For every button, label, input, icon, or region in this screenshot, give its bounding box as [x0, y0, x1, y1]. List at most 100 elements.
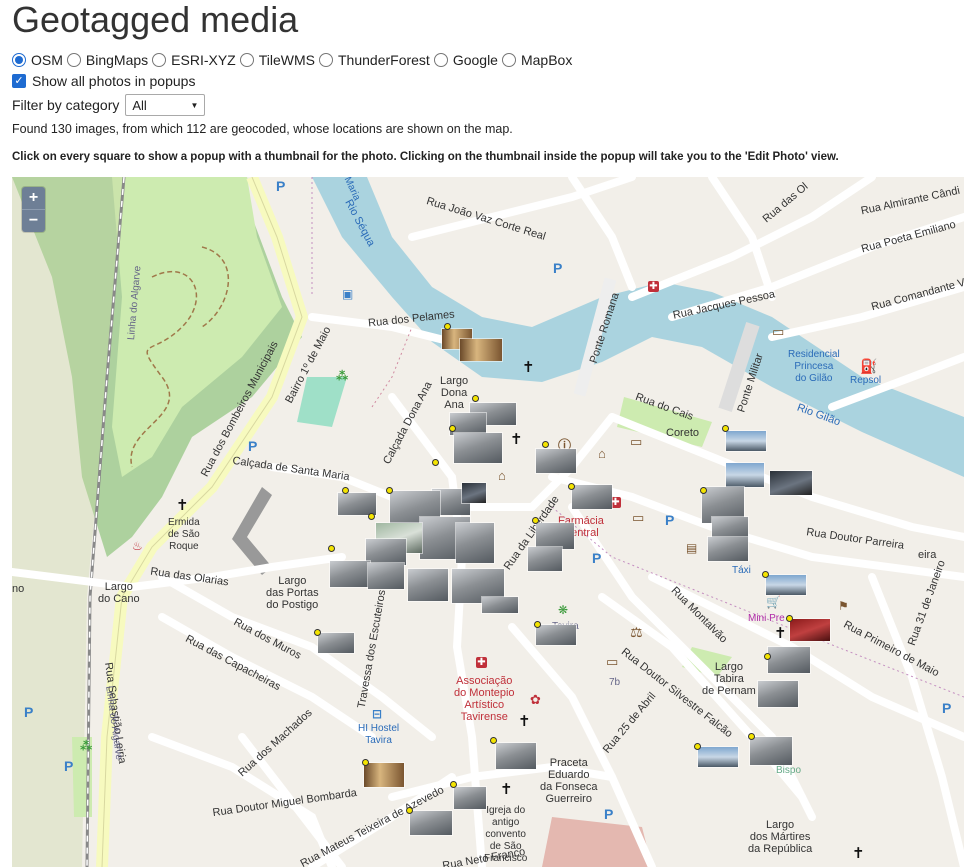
- parking-icon: P: [604, 806, 614, 822]
- parking-icon: P: [592, 550, 602, 566]
- photo-thumbnail[interactable]: [367, 562, 405, 590]
- location-marker[interactable]: [449, 425, 456, 432]
- photo-thumbnail[interactable]: [481, 596, 519, 614]
- radio-bingmaps[interactable]: [66, 53, 81, 67]
- photo-thumbnail[interactable]: [459, 338, 503, 362]
- location-marker[interactable]: [472, 395, 479, 402]
- map-tiles: [12, 177, 964, 867]
- location-marker[interactable]: [568, 483, 575, 490]
- photo-thumbnail[interactable]: [461, 482, 487, 504]
- location-marker[interactable]: [432, 459, 439, 466]
- photo-thumbnail[interactable]: [527, 546, 563, 572]
- photo-thumbnail[interactable]: [749, 736, 793, 766]
- parking-icon: P: [64, 758, 74, 774]
- zoom-out-button[interactable]: −: [22, 209, 45, 232]
- photo-thumbnail[interactable]: [725, 462, 765, 488]
- photo-thumbnail[interactable]: [535, 448, 577, 474]
- location-marker[interactable]: [762, 571, 769, 578]
- pharmacy-icon: ✚: [648, 281, 659, 292]
- location-marker[interactable]: [700, 487, 707, 494]
- photo-thumbnail[interactable]: [495, 742, 537, 770]
- museum-icon: ⌂: [498, 468, 506, 483]
- photo-thumbnail[interactable]: [571, 484, 613, 510]
- photo-thumbnail[interactable]: [453, 786, 487, 810]
- radio-mapbox[interactable]: [501, 53, 516, 67]
- bus-stop-icon: ▣: [342, 287, 354, 301]
- radio-thunderforest[interactable]: [319, 53, 333, 67]
- photo-thumbnail[interactable]: [453, 432, 503, 464]
- radio-tilewms[interactable]: [239, 53, 254, 67]
- parking-icon: P: [276, 178, 286, 194]
- photo-thumbnail[interactable]: [757, 680, 799, 708]
- photo-thumbnail[interactable]: [363, 762, 405, 788]
- location-marker[interactable]: [406, 807, 413, 814]
- location-marker[interactable]: [368, 513, 375, 520]
- bank-icon: ▭: [632, 510, 645, 525]
- fuel-icon: ⛽: [860, 358, 878, 374]
- page-title: Geotagged media: [12, 0, 299, 40]
- location-marker[interactable]: [328, 545, 335, 552]
- provider-osm[interactable]: OSM: [12, 52, 63, 68]
- flag-icon: ⚑: [838, 599, 849, 613]
- photo-thumbnail[interactable]: [707, 536, 749, 562]
- radio-esri-xyz[interactable]: [152, 53, 167, 67]
- photo-thumbnail[interactable]: [337, 492, 377, 516]
- checkmark-icon[interactable]: ✓: [12, 74, 26, 88]
- category-filter: Filter by category All ▼: [12, 93, 206, 117]
- photo-thumbnail[interactable]: [329, 560, 371, 588]
- church-icon: ✝: [176, 497, 189, 514]
- photo-thumbnail[interactable]: [409, 810, 453, 836]
- photo-thumbnail[interactable]: [407, 568, 449, 602]
- map-view[interactable]: + − Linha do Algarve Maria Rio Séqua Rio…: [12, 177, 964, 867]
- church-icon: ✝: [510, 431, 523, 448]
- location-marker[interactable]: [342, 487, 349, 494]
- location-marker[interactable]: [542, 441, 549, 448]
- map-label: Largo do Cano: [98, 581, 140, 605]
- shop-icon: 🛒: [766, 595, 781, 609]
- location-marker[interactable]: [450, 781, 457, 788]
- bank-icon: ▭: [606, 654, 619, 669]
- location-marker[interactable]: [532, 517, 539, 524]
- location-marker[interactable]: [362, 759, 369, 766]
- location-marker[interactable]: [314, 629, 321, 636]
- location-marker[interactable]: [490, 737, 497, 744]
- location-marker[interactable]: [386, 487, 393, 494]
- category-select[interactable]: All ▼: [125, 94, 206, 116]
- location-marker[interactable]: [534, 621, 541, 628]
- map-label: Repsol: [850, 375, 882, 386]
- radio-google[interactable]: [433, 53, 448, 67]
- show-all-photos-toggle[interactable]: ✓ Show all photos in popups: [12, 72, 195, 90]
- provider-thunderforest[interactable]: ThunderForest: [319, 52, 430, 68]
- location-marker[interactable]: [748, 733, 755, 740]
- photo-thumbnail[interactable]: [767, 646, 811, 674]
- photo-thumbnail[interactable]: [449, 412, 487, 436]
- map-label: Mini Pre: [748, 613, 785, 624]
- location-marker[interactable]: [722, 425, 729, 432]
- location-marker[interactable]: [786, 615, 793, 622]
- photo-thumbnail[interactable]: [765, 574, 807, 596]
- location-marker[interactable]: [764, 653, 771, 660]
- provider-google[interactable]: Google: [433, 52, 498, 68]
- photo-thumbnail[interactable]: [455, 522, 495, 564]
- photo-thumbnail[interactable]: [535, 522, 575, 550]
- location-marker[interactable]: [694, 743, 701, 750]
- photo-thumbnail[interactable]: [789, 618, 831, 642]
- photo-thumbnail[interactable]: [535, 624, 577, 646]
- photo-thumbnail[interactable]: [725, 430, 767, 452]
- provider-mapbox[interactable]: MapBox: [501, 52, 572, 68]
- photo-thumbnail[interactable]: [769, 470, 813, 496]
- photo-thumbnail[interactable]: [317, 632, 355, 654]
- photo-thumbnail[interactable]: [697, 746, 739, 768]
- provider-label: Google: [452, 52, 498, 68]
- chevron-down-icon: ▼: [190, 100, 199, 110]
- location-marker[interactable]: [444, 323, 451, 330]
- radio-osm[interactable]: [12, 53, 26, 67]
- church-icon: ✝: [500, 781, 513, 798]
- map-label: Largo Tabira de Pernam: [702, 661, 756, 697]
- photo-thumbnail[interactable]: [365, 538, 407, 566]
- provider-bingmaps[interactable]: BingMaps: [66, 52, 148, 68]
- provider-tilewms[interactable]: TileWMS: [239, 52, 315, 68]
- map-label: Bispo: [776, 765, 802, 776]
- zoom-in-button[interactable]: +: [22, 187, 45, 209]
- provider-esri-xyz[interactable]: ESRI-XYZ: [152, 52, 236, 68]
